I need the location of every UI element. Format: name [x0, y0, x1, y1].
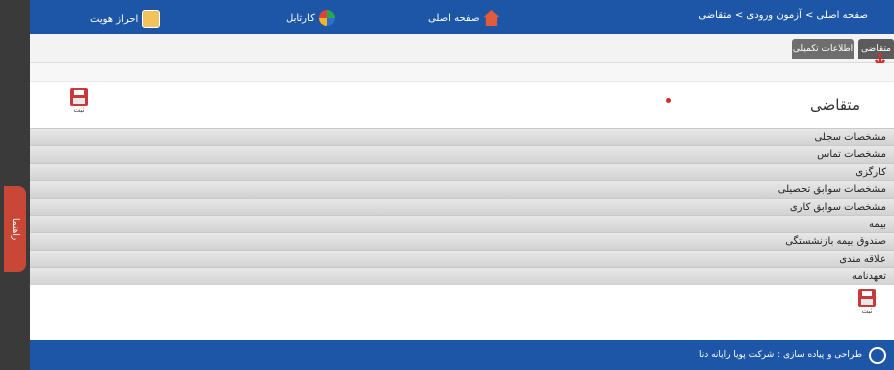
save-icon: [858, 288, 876, 307]
form-header-panel: ثبت متقاضی: [30, 82, 894, 128]
home-label: صفحه اصلی: [428, 12, 480, 24]
tabs-row: متقاضی اطلاعات تکمیلی: [30, 34, 894, 69]
section-row[interactable]: صندوق بیمه بازنشستگی: [30, 232, 894, 250]
tab-extra-info-label: اطلاعات تکمیلی: [792, 44, 854, 54]
save-icon: [70, 88, 88, 106]
portal-link[interactable]: کارتابل: [286, 10, 335, 26]
section-row[interactable]: مشخصات تماس: [30, 145, 894, 163]
home-icon: [483, 10, 500, 26]
page-title: متقاضی: [810, 96, 860, 114]
breadcrumb: صفحه اصلی > آزمون ورودی > متقاضی: [698, 10, 868, 21]
spacer-strip: [30, 63, 894, 82]
portal-label: کارتابل: [286, 12, 315, 24]
top-navigation-bar: احراز هویت کارتابل صفحه اصلی صفحه اصلی >…: [30, 0, 894, 34]
user-icon: [142, 10, 161, 28]
sections-list: مشخصات سجلی مشخصات تماس کارگزی مشخصات سو…: [30, 128, 894, 321]
left-edge-bar: راهنما: [0, 0, 30, 370]
section-row[interactable]: مشخصات سوابق تحصیلی: [30, 180, 894, 198]
save-label-top: ثبت: [73, 106, 85, 114]
footer-text: طراحی و پیاده سازی : شرکت پویا رایانه دن…: [698, 350, 862, 360]
section-row[interactable]: مشخصات سجلی: [30, 128, 894, 146]
side-help-tab[interactable]: راهنما: [4, 186, 26, 272]
bottom-save-area: ثبت: [30, 284, 894, 323]
breadcrumb-text: صفحه اصلی > آزمون ورودی > متقاضی: [698, 10, 868, 21]
tab-extra-info[interactable]: اطلاعات تکمیلی: [792, 39, 854, 59]
side-help-tab-label: راهنما: [10, 217, 20, 241]
home-link[interactable]: صفحه اصلی: [428, 10, 500, 26]
save-button-top[interactable]: ثبت: [64, 88, 94, 122]
section-row[interactable]: بیمه: [30, 214, 894, 233]
identity-label: احراز هویت: [90, 13, 139, 25]
save-button-bottom[interactable]: ثبت: [852, 288, 882, 323]
save-label-bottom: ثبت: [861, 306, 873, 315]
section-row[interactable]: تعهدنامه: [30, 267, 894, 285]
section-row[interactable]: علاقه مندی: [30, 249, 894, 268]
company-logo-icon: [869, 347, 886, 364]
required-indicator: [666, 98, 671, 103]
footer-bar: طراحی و پیاده سازی : شرکت پویا رایانه دن…: [30, 340, 894, 370]
identity-link[interactable]: احراز هویت: [90, 10, 161, 28]
portal-icon: [318, 10, 335, 26]
section-row[interactable]: کارگزی: [30, 162, 894, 181]
section-row[interactable]: مشخصات سوابق کاری: [30, 197, 894, 215]
